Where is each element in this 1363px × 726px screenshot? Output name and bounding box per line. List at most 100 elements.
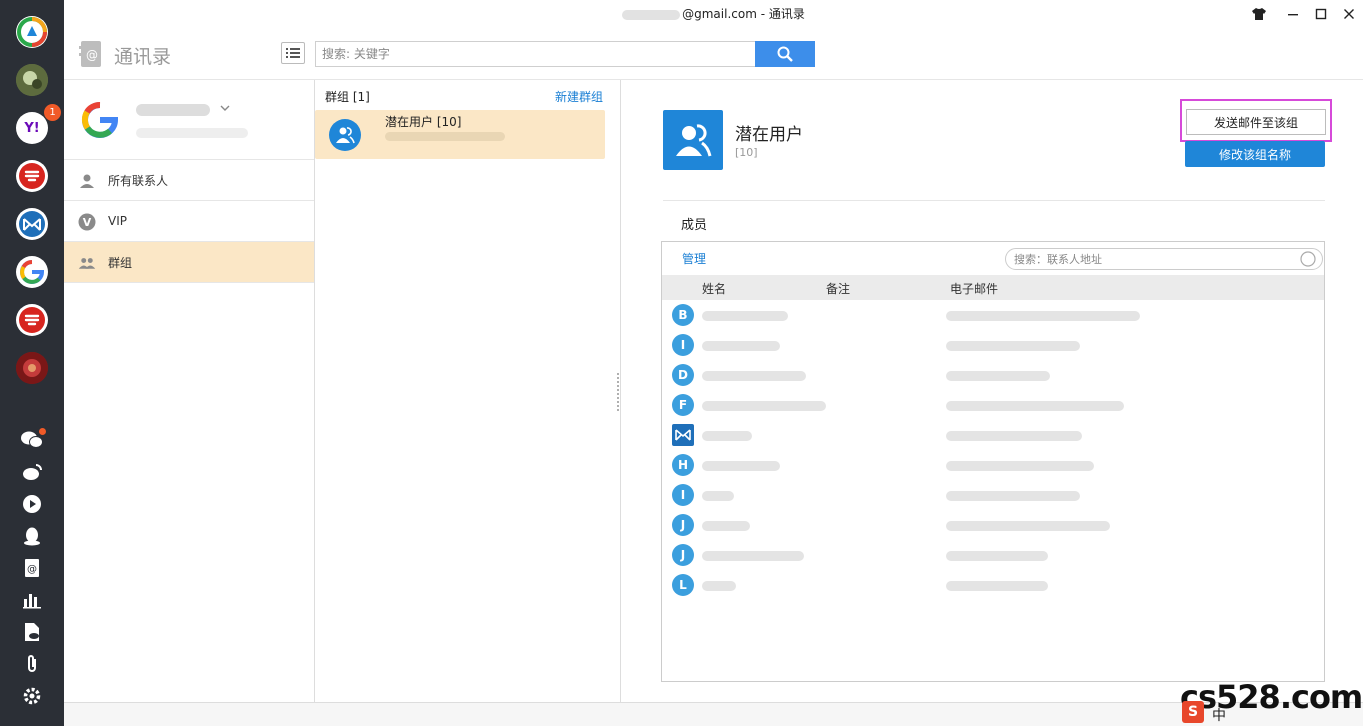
contact-avatar: H [672,454,694,476]
maximize-icon[interactable] [1311,4,1331,24]
avatar-photo-icon[interactable] [16,64,48,96]
redacted-email [946,341,1080,351]
list-icon [286,48,300,58]
table-row[interactable]: D [662,361,1324,391]
group-title: 潜在用户 [735,125,803,145]
chart-icon[interactable] [20,588,44,612]
member-search-input[interactable] [1005,248,1323,270]
send-email-to-group-button[interactable]: 发送邮件至该组 [1186,109,1326,135]
column-header-note[interactable]: 备注 [826,280,850,297]
avatar-red-icon[interactable] [16,352,48,384]
notification-dot [39,428,46,435]
search-button[interactable] [755,41,815,67]
group-avatar-icon [663,110,723,170]
google-icon [80,100,120,140]
search-input[interactable] [315,41,755,67]
redacted-name [702,341,780,351]
nav-label: 所有联系人 [108,173,169,188]
redacted-email [946,521,1110,531]
pane-splitter-handle[interactable] [616,372,620,412]
watermark-text: cs528.com [1180,678,1363,716]
redacted-account-name [136,104,210,116]
redacted-email [946,551,1048,561]
nav-all-contacts[interactable]: 所有联系人 [64,160,314,201]
groups-header: 群组 [1] 新建群组 [315,80,620,108]
netease-163-icon[interactable] [16,160,48,192]
groups-pane: 群组 [1] 新建群组 潜在用户 [10] [315,80,621,702]
contact-avatar: I [672,484,694,506]
nav-vip[interactable]: V VIP [64,201,314,242]
page-title: 通讯录 [114,46,172,68]
window-title: @gmail.com - 通讯录 [64,5,1363,22]
chevron-down-icon[interactable] [220,102,230,115]
group-icon [78,254,96,272]
table-row[interactable]: J [662,511,1324,541]
manage-members-link[interactable]: 管理 [682,250,706,267]
group-name: 潜在用户 [10] [385,115,462,129]
cloud-file-icon[interactable] [20,620,44,644]
mail-m-icon[interactable] [16,208,48,240]
play-icon[interactable] [20,492,44,516]
new-group-link[interactable]: 新建群组 [555,88,603,105]
redacted-email [946,311,1140,321]
tile-app-icon[interactable] [16,16,48,48]
minimize-icon[interactable] [1283,4,1303,24]
qq-icon[interactable] [20,524,44,548]
highlight-callout: 发送邮件至该组 [1180,99,1332,142]
unread-badge: 1 [44,104,61,121]
weibo-icon[interactable] [20,460,44,484]
navigation-pane: 所有联系人 V VIP 群组 [64,80,315,702]
contact-avatar: J [672,544,694,566]
contact-avatar: F [672,394,694,416]
group-avatar-icon [329,119,361,151]
table-row[interactable]: I [662,331,1324,361]
rename-group-button[interactable]: 修改该组名称 [1185,141,1325,167]
netease-163-icon[interactable] [16,304,48,336]
table-row[interactable] [662,421,1324,451]
search-icon [777,46,793,62]
app-header: @ 通讯录 [64,28,1363,80]
table-row[interactable]: I [662,481,1324,511]
table-row[interactable]: L [662,571,1324,601]
yahoo-icon[interactable]: Y! [16,112,48,144]
attachment-icon[interactable] [20,652,44,676]
mail-m-icon [672,424,694,446]
svg-text:@: @ [27,564,37,575]
contact-avatar: D [672,364,694,386]
redacted-name [702,491,734,501]
nav-label: 群组 [108,255,133,270]
redacted-email [946,431,1082,441]
table-row[interactable]: J [662,541,1324,571]
skin-shirt-icon[interactable] [1249,4,1269,24]
redacted-email [946,401,1124,411]
list-view-button[interactable] [281,42,305,64]
column-header-name[interactable]: 姓名 [702,280,726,297]
svg-text:@: @ [86,48,98,62]
table-header: 姓名 备注 电子邮件 [662,275,1324,300]
svg-text:V: V [83,216,92,229]
column-header-email[interactable]: 电子邮件 [950,280,998,297]
redacted-email [946,581,1048,591]
nav-label: VIP [108,214,127,228]
window-title-text: @gmail.com - 通讯录 [682,7,805,21]
members-panel: 管理 姓名 备注 电子邮件 B I D [661,241,1325,682]
search-icon[interactable] [1299,250,1317,268]
redacted-account-email [136,128,248,138]
group-list-item[interactable]: 潜在用户 [10] [315,110,605,159]
redacted-group-preview [385,132,505,141]
close-icon[interactable] [1339,4,1359,24]
contact-avatar: L [672,574,694,596]
table-row[interactable]: H [662,451,1324,481]
settings-gear-icon[interactable] [20,684,44,708]
person-icon [78,172,96,190]
yahoo-label: Y! [24,120,40,136]
redacted-name [702,371,806,381]
google-icon[interactable] [16,256,48,288]
table-row[interactable]: B [662,301,1324,331]
table-row[interactable]: F [662,391,1324,421]
address-book-icon[interactable]: @ [20,556,44,580]
group-detail-pane: 潜在用户 [10] 发送邮件至该组 修改该组名称 成员 管理 姓名 备注 电子邮… [621,80,1363,702]
ime-logo-icon: S [1182,701,1204,723]
account-card[interactable] [64,80,314,160]
nav-groups[interactable]: 群组 [64,242,314,283]
